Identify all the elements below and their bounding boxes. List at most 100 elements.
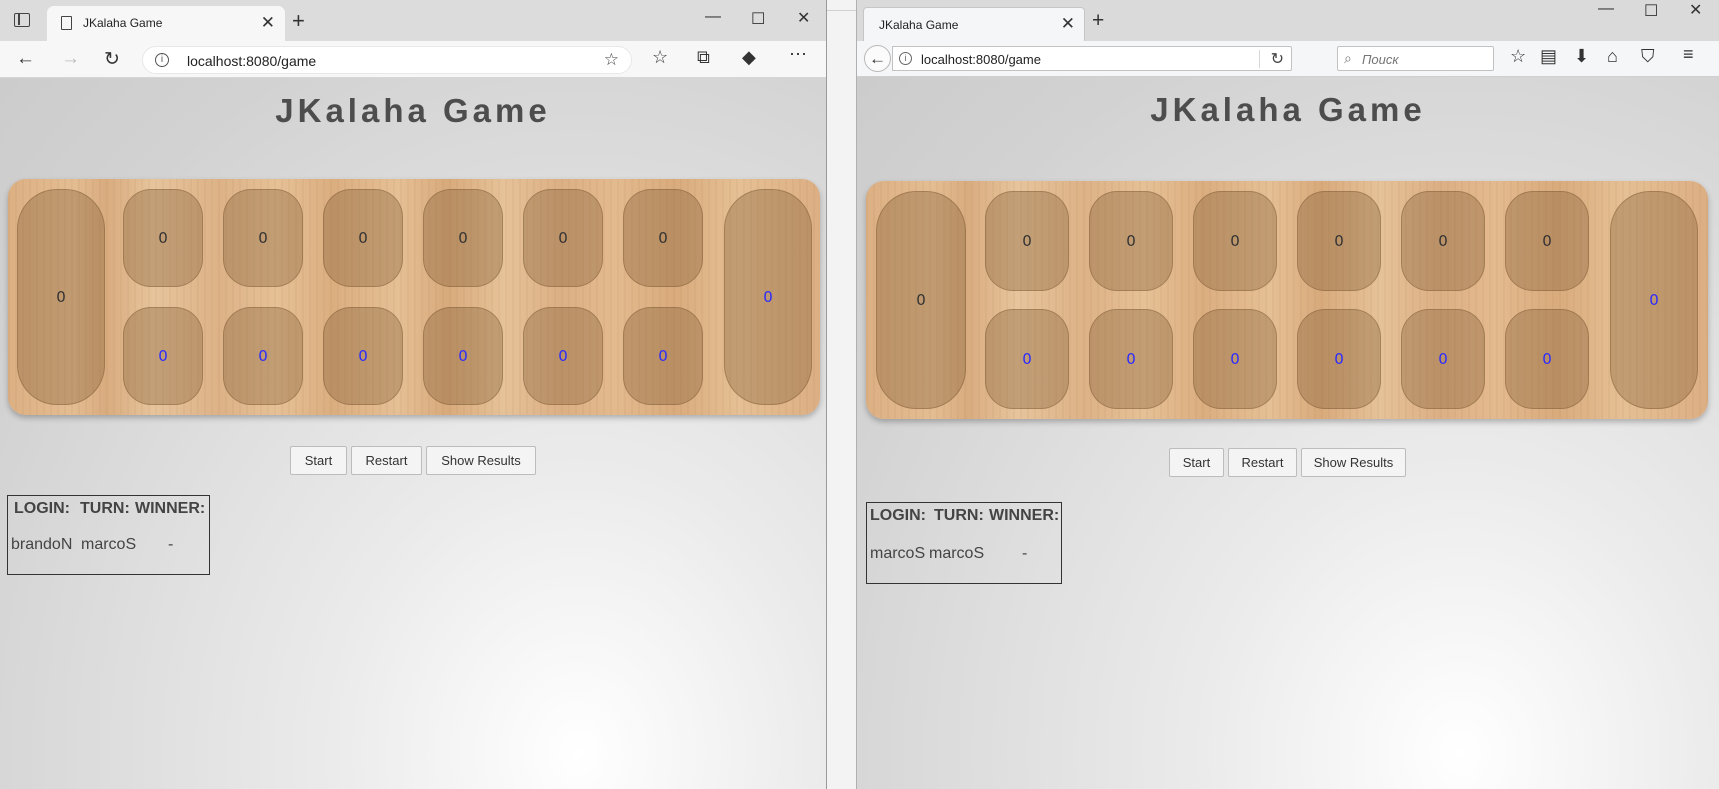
top-pit[interactable]: 0 [623,189,703,287]
reading-list-icon[interactable]: ▤ [1540,46,1557,67]
top-pit[interactable]: 0 [523,189,603,287]
winner-value: - [168,536,174,553]
show-results-button[interactable]: Show Results [426,446,536,475]
more-icon[interactable]: ⋯ [789,44,807,65]
address-bar[interactable]: i localhost:8080/game ☆ [142,46,632,74]
bottom-pit[interactable]: 0 [1297,309,1381,409]
browser-window-left: JKalaha Game ✕ + — ☐ ✕ ← → ↻ i localhost… [0,0,827,789]
address-bar[interactable]: i localhost:8080/game ↻ [892,46,1292,71]
divider [1259,50,1260,68]
minimize-icon[interactable]: — [705,8,721,26]
home-icon[interactable]: ⌂ [1607,46,1618,67]
turn-value: marcoS [929,545,985,562]
bottom-pit[interactable]: 0 [123,307,203,405]
bottom-pit[interactable]: 0 [523,307,603,405]
page-title: JKalaha Game [1150,91,1426,128]
refresh-icon[interactable]: ↻ [104,48,120,71]
back-icon[interactable]: ← [864,45,891,72]
desktop-gap [827,0,856,789]
turn-value: marcoS [81,536,137,553]
start-button[interactable]: Start [290,446,347,475]
right-store: 0 [724,189,812,405]
left-store: 0 [876,191,966,409]
login-header: LOGIN: [870,507,926,524]
minimize-icon[interactable]: — [1598,0,1614,18]
kalaha-board: 0 0 0 0 0 0 0 0 0 0 0 0 0 0 [866,181,1708,419]
add-favorite-icon[interactable]: ☆ [604,50,619,70]
game-info-table: LOGIN: TURN: WINNER: brandoN marcoS - [7,495,210,575]
tab-actions-icon[interactable] [14,13,30,27]
close-tab-icon[interactable]: ✕ [261,13,275,33]
bottom-pit[interactable]: 0 [1505,309,1589,409]
login-value: brandoN [11,536,73,553]
top-pit[interactable]: 0 [223,189,303,287]
url-text: localhost:8080/game [187,53,317,69]
right-store: 0 [1610,191,1698,409]
bookmark-star-icon[interactable]: ☆ [1510,46,1526,67]
page-icon [61,16,72,30]
top-pit[interactable]: 0 [423,189,503,287]
new-tab-icon[interactable]: + [292,8,305,34]
search-icon: ⌕ [1344,50,1352,66]
browser-tab[interactable]: JKalaha Game ✕ [863,7,1085,41]
left-store: 0 [17,189,105,405]
browser-window-right: JKalaha Game ✕ + — ☐ ✕ ← i localhost:808… [856,0,1719,789]
bottom-pit[interactable]: 0 [323,307,403,405]
close-window-icon[interactable]: ✕ [797,8,810,28]
top-pit[interactable]: 0 [985,191,1069,291]
top-pit[interactable]: 0 [1089,191,1173,291]
address-bar-row: ← → ↻ i localhost:8080/game ☆ ☆ ⧉ ◆ ⋯ [0,41,826,78]
browser-tab[interactable]: JKalaha Game ✕ [47,6,285,41]
login-value: marcoS [870,545,926,562]
restart-button[interactable]: Restart [351,446,422,475]
game-page: JKalaha Game 0 0 0 0 0 0 0 0 0 0 0 0 0 0… [0,78,826,789]
winner-header: WINNER: [135,500,206,517]
pocket-icon[interactable]: ⛉ [1641,46,1655,67]
bottom-pit[interactable]: 0 [985,309,1069,409]
top-pit[interactable]: 0 [323,189,403,287]
top-pit[interactable]: 0 [1401,191,1485,291]
extension-icon[interactable]: ◆ [742,47,756,68]
navigation-bar: ← i localhost:8080/game ↻ ⌕ ☆ ▤ ⬇ ⌂ ⛉ ≡ [857,41,1719,77]
refresh-icon[interactable]: ↻ [1271,49,1284,69]
kalaha-board: 0 0 0 0 0 0 0 0 0 0 0 0 0 0 [8,179,820,415]
game-info-table: LOGIN: TURN: WINNER: marcoS marcoS - [866,502,1062,584]
back-icon[interactable]: ← [16,48,35,70]
tab-bar: JKalaha Game ✕ + — ☐ ✕ [857,0,1719,41]
bottom-pit[interactable]: 0 [1089,309,1173,409]
winner-value: - [1022,545,1028,562]
show-results-button[interactable]: Show Results [1301,448,1406,477]
maximize-icon[interactable]: ☐ [751,9,765,29]
close-tab-icon[interactable]: ✕ [1061,14,1075,34]
top-pit[interactable]: 0 [123,189,203,287]
bottom-pit[interactable]: 0 [1193,309,1277,409]
bottom-pit[interactable]: 0 [1401,309,1485,409]
turn-header: TURN: [934,507,984,524]
top-pit[interactable]: 0 [1193,191,1277,291]
close-window-icon[interactable]: ✕ [1689,0,1702,20]
restart-button[interactable]: Restart [1228,448,1297,477]
info-icon[interactable]: i [899,52,912,65]
maximize-icon[interactable]: ☐ [1644,1,1658,21]
search-box[interactable]: ⌕ [1337,46,1494,71]
page-title: JKalaha Game [275,92,551,129]
tab-title: JKalaha Game [879,18,959,32]
favorites-icon[interactable]: ☆ [652,47,668,68]
top-pit[interactable]: 0 [1505,191,1589,291]
collections-icon[interactable]: ⧉ [697,47,710,68]
menu-icon[interactable]: ≡ [1683,44,1694,65]
winner-header: WINNER: [989,507,1060,524]
tab-bar: JKalaha Game ✕ + — ☐ ✕ [0,0,826,41]
info-icon[interactable]: i [155,53,169,67]
turn-header: TURN: [80,500,130,517]
bottom-pit[interactable]: 0 [223,307,303,405]
new-tab-icon[interactable]: + [1092,9,1104,33]
login-header: LOGIN: [14,500,70,517]
bottom-pit[interactable]: 0 [423,307,503,405]
top-pit[interactable]: 0 [1297,191,1381,291]
start-button[interactable]: Start [1169,448,1224,477]
forward-icon[interactable]: → [61,48,80,70]
bottom-pit[interactable]: 0 [623,307,703,405]
downloads-icon[interactable]: ⬇ [1574,46,1589,67]
search-input[interactable] [1362,50,1487,68]
